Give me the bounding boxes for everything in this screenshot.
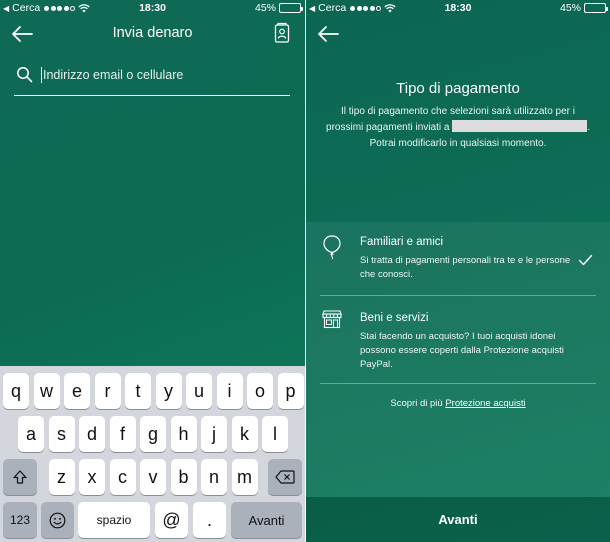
key-i[interactable]: i bbox=[216, 373, 243, 409]
key-m[interactable]: m bbox=[231, 459, 258, 495]
checkmark-icon bbox=[578, 254, 593, 266]
learn-more: Scopri di più Protezione acquisti bbox=[306, 398, 610, 409]
search-icon bbox=[17, 67, 33, 83]
key-j[interactable]: j bbox=[201, 416, 227, 452]
page-title: Tipo di pagamento bbox=[396, 80, 520, 97]
battery-icon bbox=[584, 3, 608, 13]
key-g[interactable]: g bbox=[140, 416, 166, 452]
back-arrow-icon[interactable] bbox=[316, 24, 340, 44]
battery-status: 45% bbox=[559, 2, 608, 14]
status-bar: ◀ Cerca 18:30 45% bbox=[0, 0, 305, 18]
return-key[interactable]: Avanti bbox=[231, 502, 302, 538]
emoji-key[interactable] bbox=[41, 502, 74, 538]
key-w[interactable]: w bbox=[33, 373, 60, 409]
search-placeholder: Indirizzo email o cellulare bbox=[43, 68, 184, 82]
payment-type-screen: ◀ Cerca 18:30 45% Tipo di pagamento Il t… bbox=[306, 0, 610, 542]
contacts-icon[interactable] bbox=[274, 22, 290, 44]
battery-icon bbox=[279, 3, 303, 13]
at-key[interactable]: @ bbox=[155, 502, 188, 538]
backspace-icon bbox=[275, 470, 295, 484]
key-u[interactable]: u bbox=[186, 373, 212, 409]
key-p[interactable]: p bbox=[277, 373, 304, 409]
battery-percent: 45% bbox=[254, 2, 276, 14]
option-name: Familiari e amici bbox=[360, 236, 444, 248]
option-description: Stai facendo un acquisto? I tuoi acquist… bbox=[360, 331, 564, 370]
key-a[interactable]: a bbox=[18, 416, 44, 452]
space-key[interactable]: spazio bbox=[78, 502, 150, 538]
payment-options: Familiari e amici Si tratta di pagamenti… bbox=[306, 222, 610, 497]
learn-more-text: Scopri di più bbox=[390, 398, 443, 409]
key-d[interactable]: d bbox=[79, 416, 105, 452]
key-v[interactable]: v bbox=[140, 459, 166, 495]
purchase-protection-link[interactable]: Protezione acquisti bbox=[445, 398, 525, 409]
divider bbox=[320, 295, 596, 296]
keyboard: q w e r t y u i o p a s d f g h j k l z … bbox=[0, 366, 305, 542]
battery-percent: 45% bbox=[559, 2, 581, 14]
key-n[interactable]: n bbox=[201, 459, 227, 495]
key-q[interactable]: q bbox=[3, 373, 29, 409]
storefront-icon bbox=[322, 310, 342, 329]
option-goods-services[interactable]: Beni e servizi Stai facendo un acquisto?… bbox=[306, 308, 610, 373]
option-name: Beni e servizi bbox=[360, 312, 429, 324]
search-field[interactable]: Indirizzo email o cellulare bbox=[14, 62, 290, 96]
redacted-recipient bbox=[452, 120, 588, 133]
key-c[interactable]: c bbox=[109, 459, 136, 495]
key-l[interactable]: l bbox=[262, 416, 288, 452]
key-t[interactable]: t bbox=[125, 373, 151, 409]
key-o[interactable]: o bbox=[247, 373, 273, 409]
divider bbox=[320, 383, 596, 384]
search-input[interactable]: Indirizzo email o cellulare bbox=[41, 67, 183, 83]
page-title: Invia denaro bbox=[112, 25, 193, 41]
status-bar: ◀ Cerca 18:30 45% bbox=[306, 0, 610, 18]
option-description: Si tratta di pagamenti personali tra te … bbox=[360, 255, 571, 280]
key-f[interactable]: f bbox=[109, 416, 136, 452]
payment-type-description: Il tipo di pagamento che selezioni sarà … bbox=[326, 104, 590, 152]
option-friends-family[interactable]: Familiari e amici Si tratta di pagamenti… bbox=[306, 232, 610, 292]
key-s[interactable]: s bbox=[48, 416, 75, 452]
key-b[interactable]: b bbox=[170, 459, 197, 495]
key-y[interactable]: y bbox=[155, 373, 182, 409]
nav-bar bbox=[306, 20, 610, 48]
nav-bar: Invia denaro bbox=[0, 20, 305, 48]
battery-status: 45% bbox=[254, 2, 303, 14]
balloon-icon bbox=[323, 235, 341, 260]
key-k[interactable]: k bbox=[231, 416, 258, 452]
text-cursor bbox=[41, 67, 42, 83]
numbers-key[interactable]: 123 bbox=[3, 502, 37, 538]
key-z[interactable]: z bbox=[48, 459, 75, 495]
delete-key[interactable] bbox=[268, 459, 302, 495]
send-money-screen: ◀ Cerca 18:30 45% Invia denaro Indirizzo… bbox=[0, 0, 305, 542]
next-button[interactable]: Avanti bbox=[306, 497, 610, 542]
key-e[interactable]: e bbox=[64, 373, 90, 409]
emoji-icon bbox=[49, 512, 66, 528]
shift-key[interactable] bbox=[3, 459, 37, 495]
key-h[interactable]: h bbox=[170, 416, 197, 452]
key-x[interactable]: x bbox=[79, 459, 105, 495]
dot-key[interactable]: . bbox=[193, 502, 226, 538]
key-r[interactable]: r bbox=[94, 373, 121, 409]
shift-icon bbox=[13, 470, 27, 484]
